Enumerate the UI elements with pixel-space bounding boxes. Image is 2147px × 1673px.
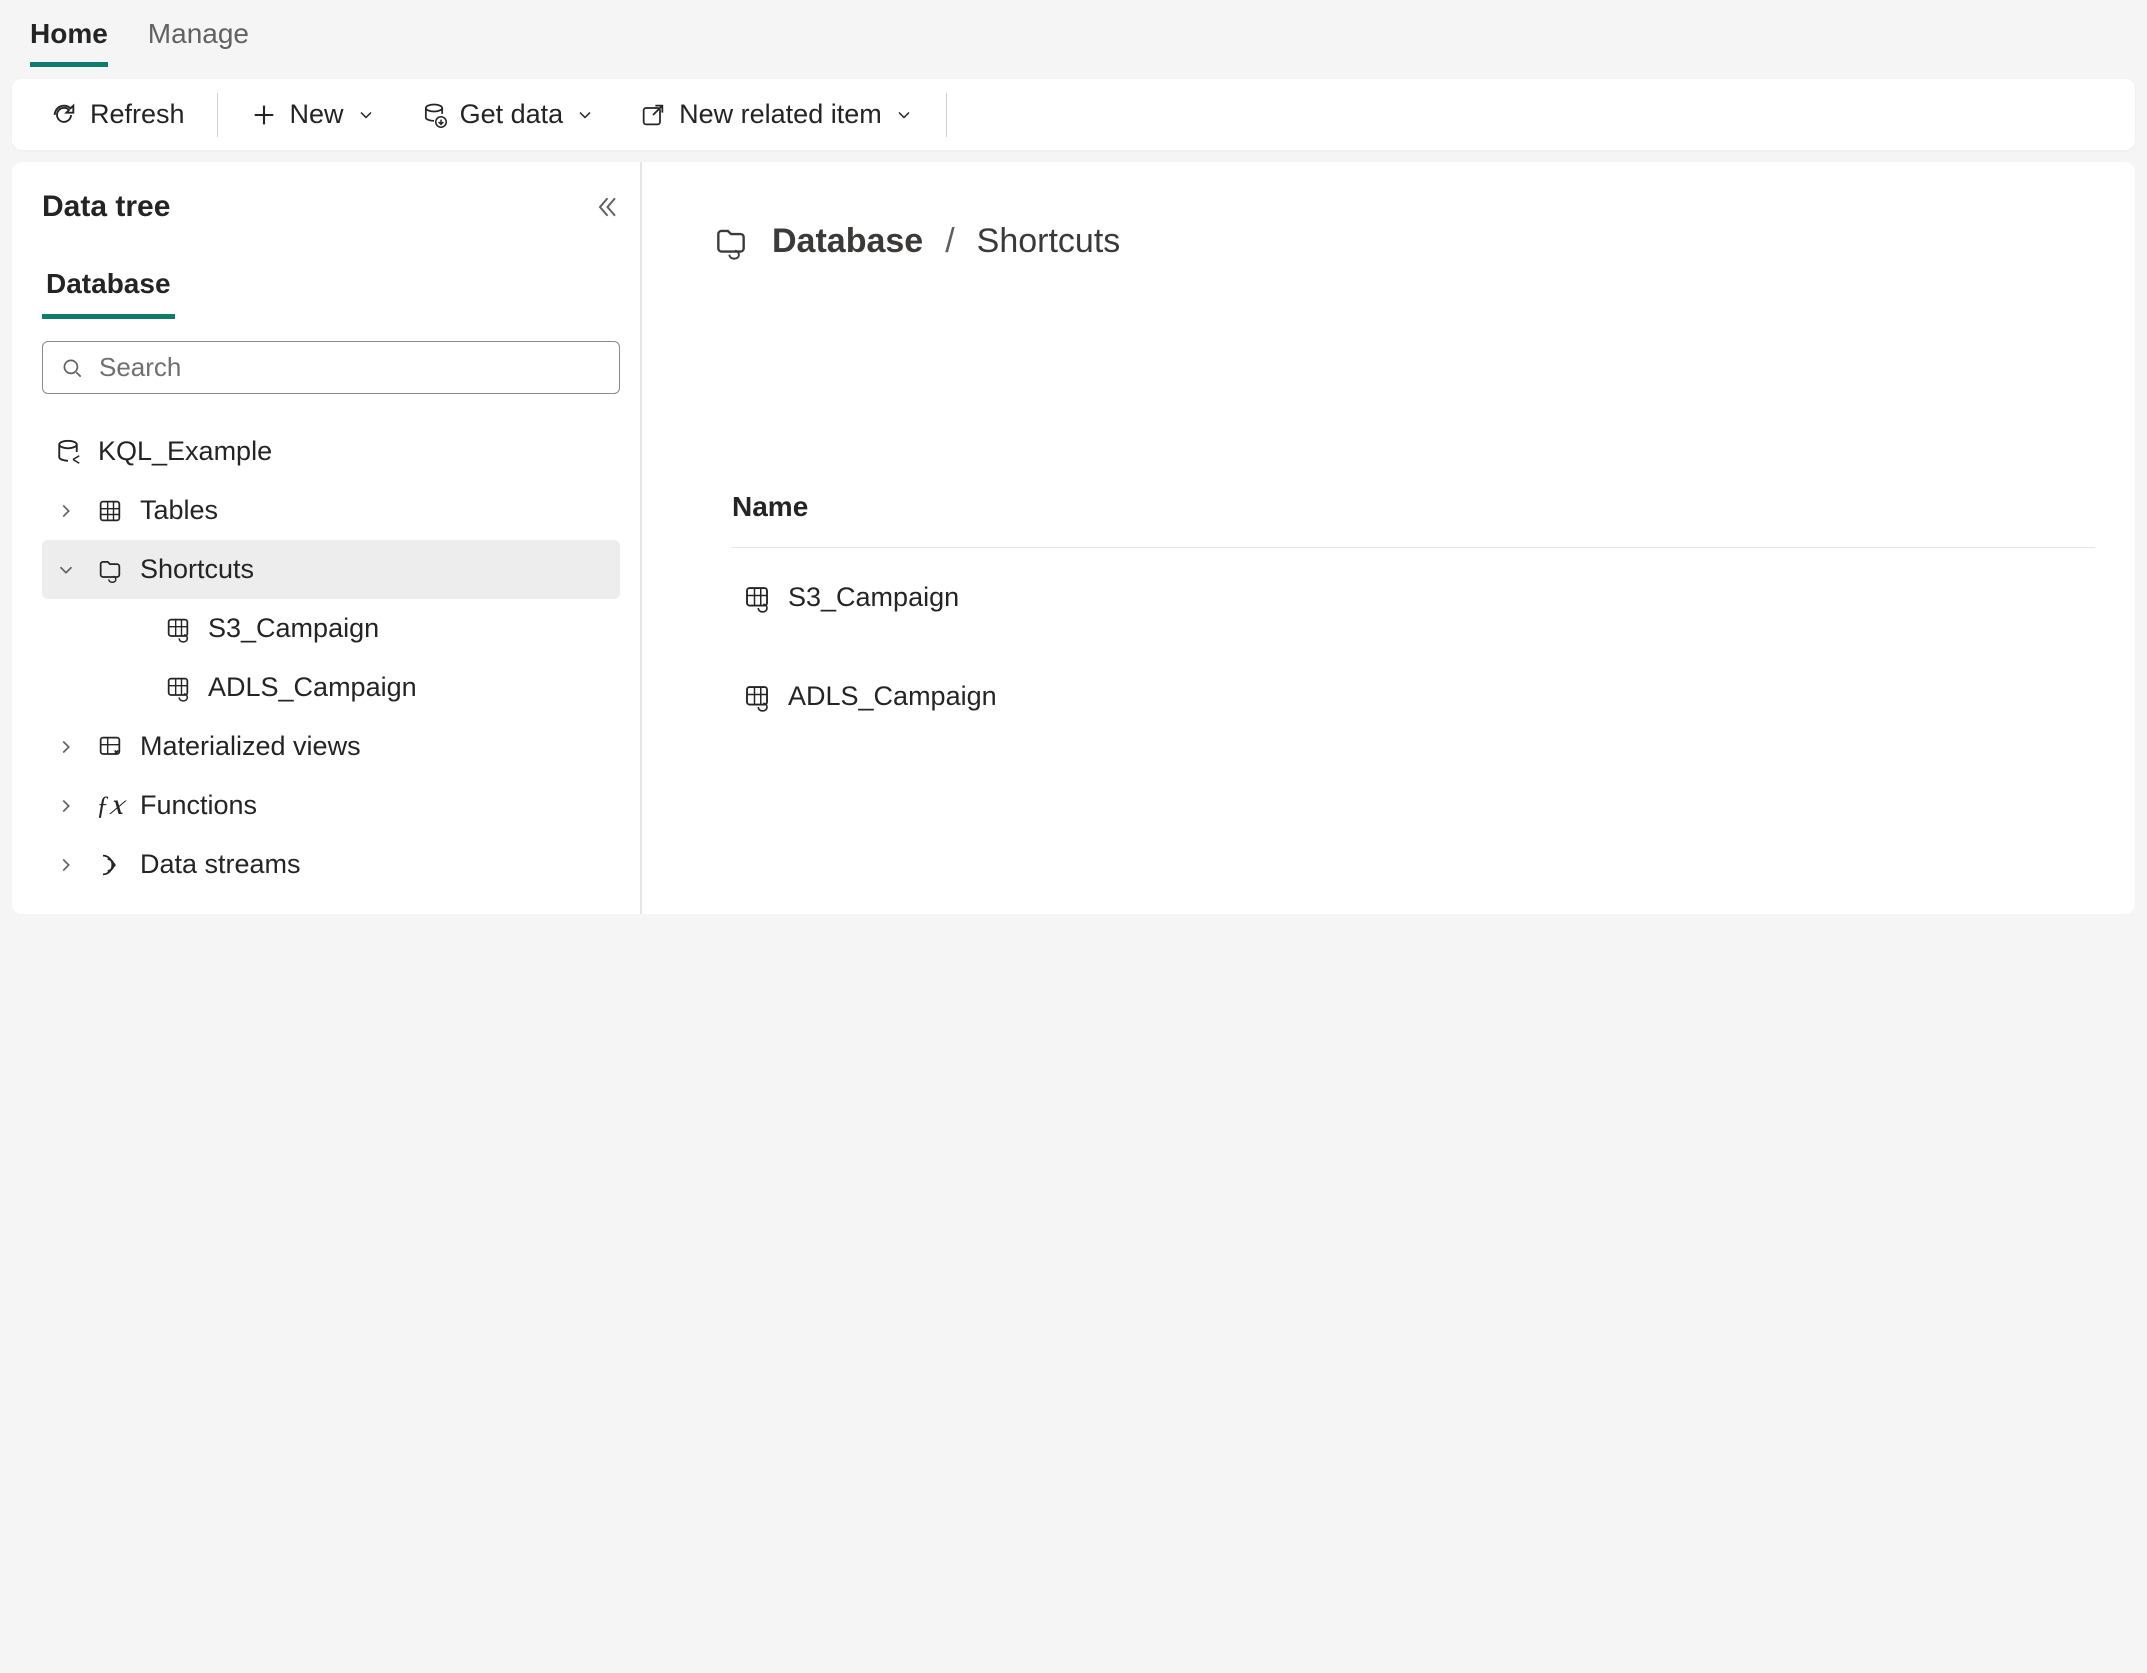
tab-manage[interactable]: Manage — [148, 18, 249, 67]
chevron-down-icon — [52, 559, 80, 581]
get-data-button[interactable]: Get data — [402, 89, 614, 140]
tree-label: KQL_Example — [98, 436, 272, 467]
function-icon: ƒ𝑥 — [94, 791, 126, 821]
chevron-right-icon — [52, 795, 80, 817]
plus-icon — [250, 101, 278, 129]
shortcuts-table: Name S3_Campaign ADLS_Campaign — [712, 491, 2095, 746]
new-button[interactable]: New — [232, 89, 394, 140]
sidebar-header: Data tree — [42, 190, 620, 224]
content-area: Data tree Database KQL_Example Tables — [12, 162, 2135, 914]
folder-shortcut-icon — [712, 223, 750, 261]
database-download-icon — [420, 101, 448, 129]
table-row[interactable]: ADLS_Campaign — [732, 647, 2095, 746]
tree-label: Tables — [140, 495, 218, 526]
materialized-view-icon — [94, 733, 126, 761]
toolbar: Refresh New Get data New related item — [12, 79, 2135, 150]
tree-node-matviews[interactable]: Materialized views — [42, 717, 620, 776]
new-related-button[interactable]: New related item — [621, 89, 932, 140]
search-input[interactable] — [99, 352, 603, 383]
tree-label: Data streams — [140, 849, 301, 880]
tree-item-shortcut[interactable]: ADLS_Campaign — [42, 658, 620, 717]
breadcrumb-separator: / — [945, 222, 954, 261]
data-tree: KQL_Example Tables Shortcuts S3_Campaign… — [42, 422, 620, 894]
tree-label: Materialized views — [140, 731, 361, 762]
divider — [946, 93, 947, 137]
breadcrumb: Database / Shortcuts — [712, 222, 2095, 261]
main-panel: Database / Shortcuts Name S3_Campaign AD… — [642, 162, 2135, 914]
chevron-down-icon — [575, 105, 595, 125]
breadcrumb-current: Shortcuts — [977, 222, 1121, 261]
column-header-name[interactable]: Name — [732, 491, 2095, 548]
table-shortcut-icon — [162, 615, 194, 643]
new-label: New — [290, 99, 344, 130]
chevron-right-icon — [52, 854, 80, 876]
refresh-button[interactable]: Refresh — [32, 89, 203, 140]
chevron-down-icon — [894, 105, 914, 125]
tree-node-functions[interactable]: ƒ𝑥 Functions — [42, 776, 620, 835]
sidebar-title: Data tree — [42, 190, 170, 224]
tab-home[interactable]: Home — [30, 18, 108, 67]
folder-shortcut-icon — [94, 556, 126, 584]
refresh-icon — [50, 101, 78, 129]
table-shortcut-icon — [162, 674, 194, 702]
chevron-right-icon — [52, 736, 80, 758]
sidebar-tabs: Database — [42, 254, 620, 319]
table-row[interactable]: S3_Campaign — [732, 548, 2095, 647]
tree-label: ADLS_Campaign — [208, 672, 417, 703]
tab-database[interactable]: Database — [42, 254, 175, 319]
table-shortcut-icon — [742, 583, 772, 613]
sidebar: Data tree Database KQL_Example Tables — [12, 162, 642, 914]
table-shortcut-icon — [742, 682, 772, 712]
tree-node-database[interactable]: KQL_Example — [42, 422, 620, 481]
get-data-label: Get data — [460, 99, 564, 130]
tree-node-shortcuts[interactable]: Shortcuts — [42, 540, 620, 599]
tree-label: Functions — [140, 790, 257, 821]
data-stream-icon — [94, 851, 126, 879]
database-icon — [52, 437, 84, 467]
new-related-label: New related item — [679, 99, 882, 130]
search-box[interactable] — [42, 341, 620, 394]
refresh-label: Refresh — [90, 99, 185, 130]
tree-node-datastreams[interactable]: Data streams — [42, 835, 620, 894]
tree-node-tables[interactable]: Tables — [42, 481, 620, 540]
open-external-icon — [639, 101, 667, 129]
row-name: S3_Campaign — [788, 582, 959, 613]
divider — [217, 93, 218, 137]
table-icon — [94, 497, 126, 525]
collapse-icon[interactable] — [590, 192, 620, 222]
tree-label: S3_Campaign — [208, 613, 379, 644]
chevron-right-icon — [52, 500, 80, 522]
tree-item-shortcut[interactable]: S3_Campaign — [42, 599, 620, 658]
breadcrumb-database[interactable]: Database — [772, 222, 923, 261]
search-icon — [59, 355, 85, 381]
top-tabs: Home Manage — [0, 0, 2147, 67]
row-name: ADLS_Campaign — [788, 681, 997, 712]
chevron-down-icon — [356, 105, 376, 125]
tree-label: Shortcuts — [140, 554, 254, 585]
